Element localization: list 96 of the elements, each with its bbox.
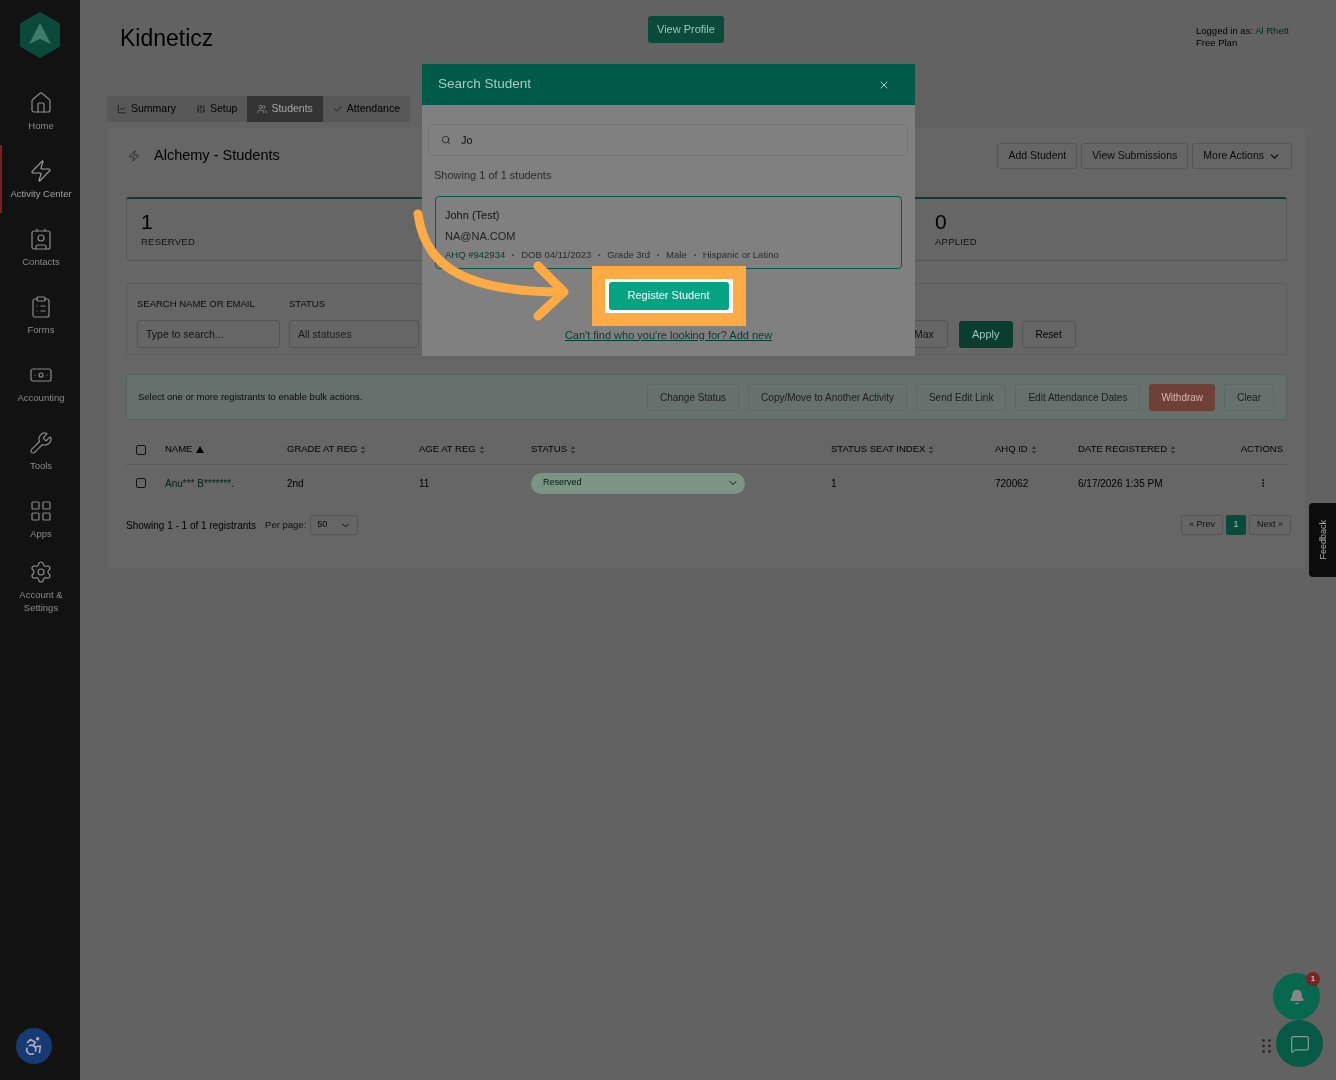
student-email: NA@NA.COM <box>445 229 517 244</box>
sort-ascending-icon <box>196 446 205 453</box>
wrench-icon <box>29 430 53 455</box>
column-header[interactable]: DATE REGISTERED <box>1078 442 1235 457</box>
table-cell-text: 1 <box>831 476 838 491</box>
contact-card-icon <box>29 226 53 251</box>
reset-button[interactable]: Reset <box>1021 321 1076 348</box>
stat-label: RESERVED <box>141 235 196 249</box>
field-label: SEARCH NAME OR EMAIL <box>137 296 256 311</box>
sort-icon <box>571 445 576 454</box>
sidebar-item[interactable]: Contacts <box>0 213 80 281</box>
grid-icon <box>29 498 53 523</box>
column-header[interactable]: ACTIONS <box>1235 442 1287 457</box>
sidebar-item[interactable]: Tools <box>0 417 80 485</box>
sliders-icon <box>195 104 206 114</box>
ahq-number: AHQ #942934 <box>445 247 506 262</box>
sidebar-item[interactable]: Accounting <box>0 349 80 417</box>
user-link[interactable]: Al Rhett <box>1255 25 1289 36</box>
result-count: Showing 1 of 1 students <box>434 168 553 183</box>
page-button[interactable]: 1 <box>1226 515 1246 535</box>
action-button[interactable]: View Submissions <box>1081 143 1189 169</box>
notification-badge: 1 <box>1306 972 1320 986</box>
stat-value: 1 <box>141 211 154 233</box>
lightning-icon <box>128 150 140 162</box>
sidebar-item[interactable]: Activity Center <box>0 145 80 213</box>
register-student-button[interactable]: Register Student <box>608 281 729 310</box>
sidebar-item[interactable]: Account & Settings <box>0 553 80 621</box>
action-button[interactable]: Add Student <box>997 143 1078 169</box>
add-new-link[interactable]: Can't find who you're looking for? Add new <box>564 326 773 343</box>
tab[interactable]: Attendance <box>322 96 410 122</box>
logo-icon <box>19 11 61 59</box>
table-cell-text: 720062 <box>995 476 1030 491</box>
sort-icon <box>1171 445 1176 454</box>
users-icon <box>257 104 268 114</box>
sort-icon <box>929 445 934 454</box>
column-header[interactable]: STATUS SEAT INDEX <box>831 442 995 457</box>
accessibility-button[interactable] <box>16 1028 52 1064</box>
lightning-icon <box>29 158 53 183</box>
student-detail: Male <box>666 247 687 262</box>
sidebar-item[interactable]: Forms <box>0 281 80 349</box>
checkbox[interactable] <box>136 478 146 488</box>
field-label: STATUS <box>289 296 327 311</box>
table-cell-text: 11 <box>419 476 431 491</box>
search-field[interactable]: Type to search... <box>137 320 280 348</box>
feedback-tab[interactable]: Feedback <box>1309 503 1336 577</box>
status-dropdown[interactable]: Reserved <box>531 472 745 494</box>
plan-text: Free Plan <box>1196 37 1239 49</box>
chat-icon <box>1289 1033 1310 1054</box>
sort-icon <box>479 445 484 454</box>
next-page-button[interactable]: Next » <box>1249 515 1291 535</box>
logged-in-text: Logged in as: Al Rhett <box>1196 25 1290 37</box>
sort-icon <box>361 445 366 454</box>
settings-icon <box>29 560 53 584</box>
showing-count: Showing 1 - 1 of 1 registrants <box>126 518 257 533</box>
column-header[interactable]: AHQ ID <box>995 442 1078 457</box>
tab[interactable]: Setup <box>185 96 248 122</box>
tab[interactable]: Summary <box>107 96 186 122</box>
chart-icon <box>117 104 127 114</box>
clipboard-icon <box>29 294 53 319</box>
tab[interactable]: Students <box>247 96 323 122</box>
status-field[interactable]: All statuses <box>289 320 419 348</box>
page-title: Alchemy - Students <box>154 146 280 166</box>
per-page-label: Per page: <box>265 517 307 532</box>
column-header[interactable]: AGE AT REG <box>419 442 531 457</box>
chat-button[interactable] <box>1276 1020 1323 1067</box>
app-title: Kidneticz <box>120 25 214 51</box>
home-icon <box>29 90 53 115</box>
student-search-field[interactable]: Jo <box>428 124 908 156</box>
student-name: John (Test) <box>445 207 501 223</box>
sort-icon <box>1031 445 1036 454</box>
student-detail: Hispanic or Latino <box>702 247 779 262</box>
dialog-title: Search Student <box>438 75 532 94</box>
student-detail: DOB 04/11/2023 <box>521 247 592 262</box>
check-icon <box>332 104 343 114</box>
drag-handle-icon <box>1262 1039 1271 1053</box>
view-profile-button[interactable]: View Profile <box>648 16 724 43</box>
checkbox[interactable] <box>136 444 146 455</box>
per-page-select[interactable]: 50 <box>310 515 359 535</box>
column-header[interactable]: STATUS <box>531 442 831 457</box>
column-header[interactable]: GRADE AT REG <box>287 442 419 457</box>
action-button[interactable]: More Actions <box>1192 143 1292 169</box>
table-cell-text: 2nd <box>287 476 305 491</box>
stat-label: APPLIED <box>935 235 978 249</box>
search-icon <box>441 135 451 145</box>
bell-icon <box>1288 988 1305 1005</box>
notifications-button[interactable] <box>1273 973 1320 1020</box>
prev-page-button[interactable]: « Prev <box>1180 515 1223 535</box>
sidebar-item[interactable]: Home <box>0 77 80 145</box>
stat-value: 0 <box>935 211 948 233</box>
sidebar-item[interactable]: Apps <box>0 485 80 553</box>
column-header[interactable]: NAME <box>165 442 287 457</box>
bulk-actions-message: Select one or more registrants to enable bulk actions. <box>138 389 363 404</box>
student-name-link[interactable]: Anu*** B*******. <box>165 475 287 491</box>
apply-button[interactable]: Apply <box>959 321 1013 348</box>
student-detail: Grade 3rd <box>607 247 651 262</box>
table-cell-text: 6/17/2026 1:35 PM <box>1078 476 1164 491</box>
